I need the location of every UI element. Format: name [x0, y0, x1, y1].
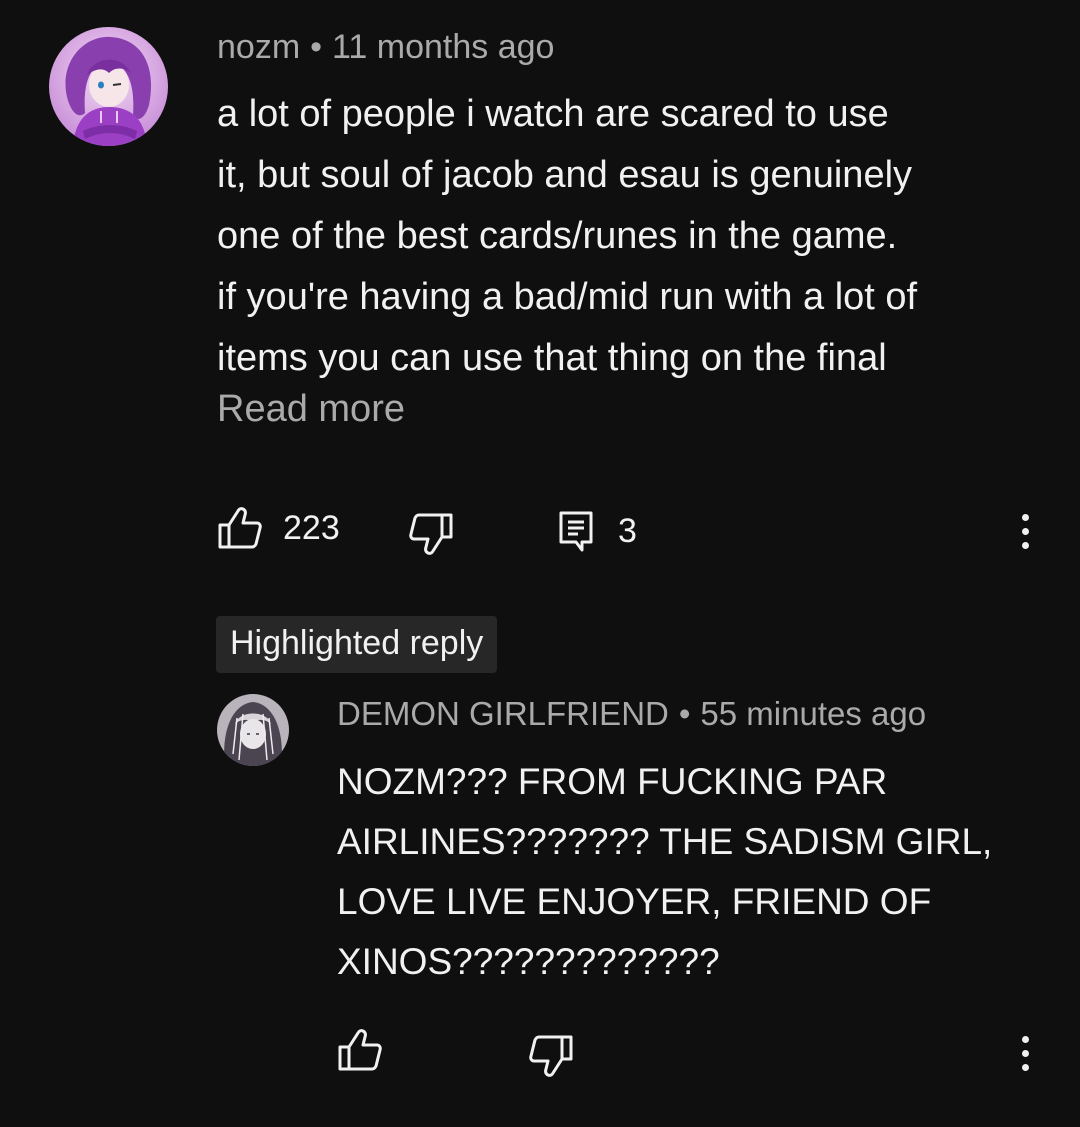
- like-count: 223: [283, 508, 340, 547]
- reply-author-name[interactable]: DEMON GIRLFRIEND: [337, 695, 669, 732]
- comment-body: a lot of people i watch are scared to us…: [217, 84, 917, 389]
- like-button[interactable]: 223: [217, 506, 340, 550]
- reply-menu-button[interactable]: [1015, 1036, 1035, 1071]
- comment-body-line: if you're having a bad/mid run with a lo…: [217, 276, 918, 318]
- reply-button[interactable]: 3: [558, 510, 637, 552]
- reply-body-line: XINOS?????????????: [337, 941, 720, 982]
- comment-icon: [559, 511, 593, 552]
- comment-body-line: one of the best cards/runes in the game.: [217, 215, 898, 257]
- reply-body-line: LOVE LIVE ENJOYER, FRIEND OF: [337, 881, 932, 922]
- thumbs-down-icon: [529, 1035, 573, 1077]
- avatar-purple-hooded-character-icon: [49, 27, 168, 146]
- thumbs-up-icon: [338, 1029, 382, 1071]
- reply-timestamp[interactable]: 55 minutes ago: [700, 695, 926, 732]
- reply-body: NOZM??? FROM FUCKING PAR AIRLINES???????…: [337, 752, 992, 992]
- reply-body-line: AIRLINES??????? THE SADISM GIRL,: [337, 821, 993, 862]
- dislike-button[interactable]: [408, 512, 454, 556]
- comment-body-line: a lot of people i watch are scared to us…: [217, 93, 889, 135]
- comment-body-line: items you can use that thing on the fina…: [217, 337, 887, 379]
- avatar-grayscale-anime-icon: [217, 694, 289, 766]
- thumbs-up-icon: [218, 507, 262, 549]
- comment-author-avatar[interactable]: [49, 27, 168, 146]
- comment-meta: nozm • 11 months ago: [217, 28, 554, 67]
- reply-count: 3: [618, 511, 637, 550]
- comment-menu-button[interactable]: [1015, 514, 1035, 549]
- comment-body-line: it, but soul of jacob and esau is genuin…: [217, 154, 913, 196]
- meta-separator: •: [310, 28, 323, 66]
- reply-author-avatar[interactable]: [217, 694, 289, 766]
- highlighted-reply-badge: Highlighted reply: [216, 616, 498, 673]
- reply-meta: DEMON GIRLFRIEND • 55 minutes ago: [337, 695, 926, 733]
- more-vertical-icon: [1021, 514, 1029, 521]
- read-more-link[interactable]: Read more: [217, 388, 405, 431]
- reply-dislike-button[interactable]: [528, 1034, 574, 1078]
- meta-separator: •: [678, 695, 691, 732]
- reply-like-button[interactable]: [337, 1028, 383, 1072]
- comment-timestamp[interactable]: 11 months ago: [332, 28, 554, 66]
- reply-body-line: NOZM??? FROM FUCKING PAR: [337, 761, 888, 802]
- comment-author-name[interactable]: nozm: [217, 28, 300, 66]
- thumbs-down-icon: [409, 513, 453, 555]
- more-vertical-icon: [1021, 1036, 1029, 1043]
